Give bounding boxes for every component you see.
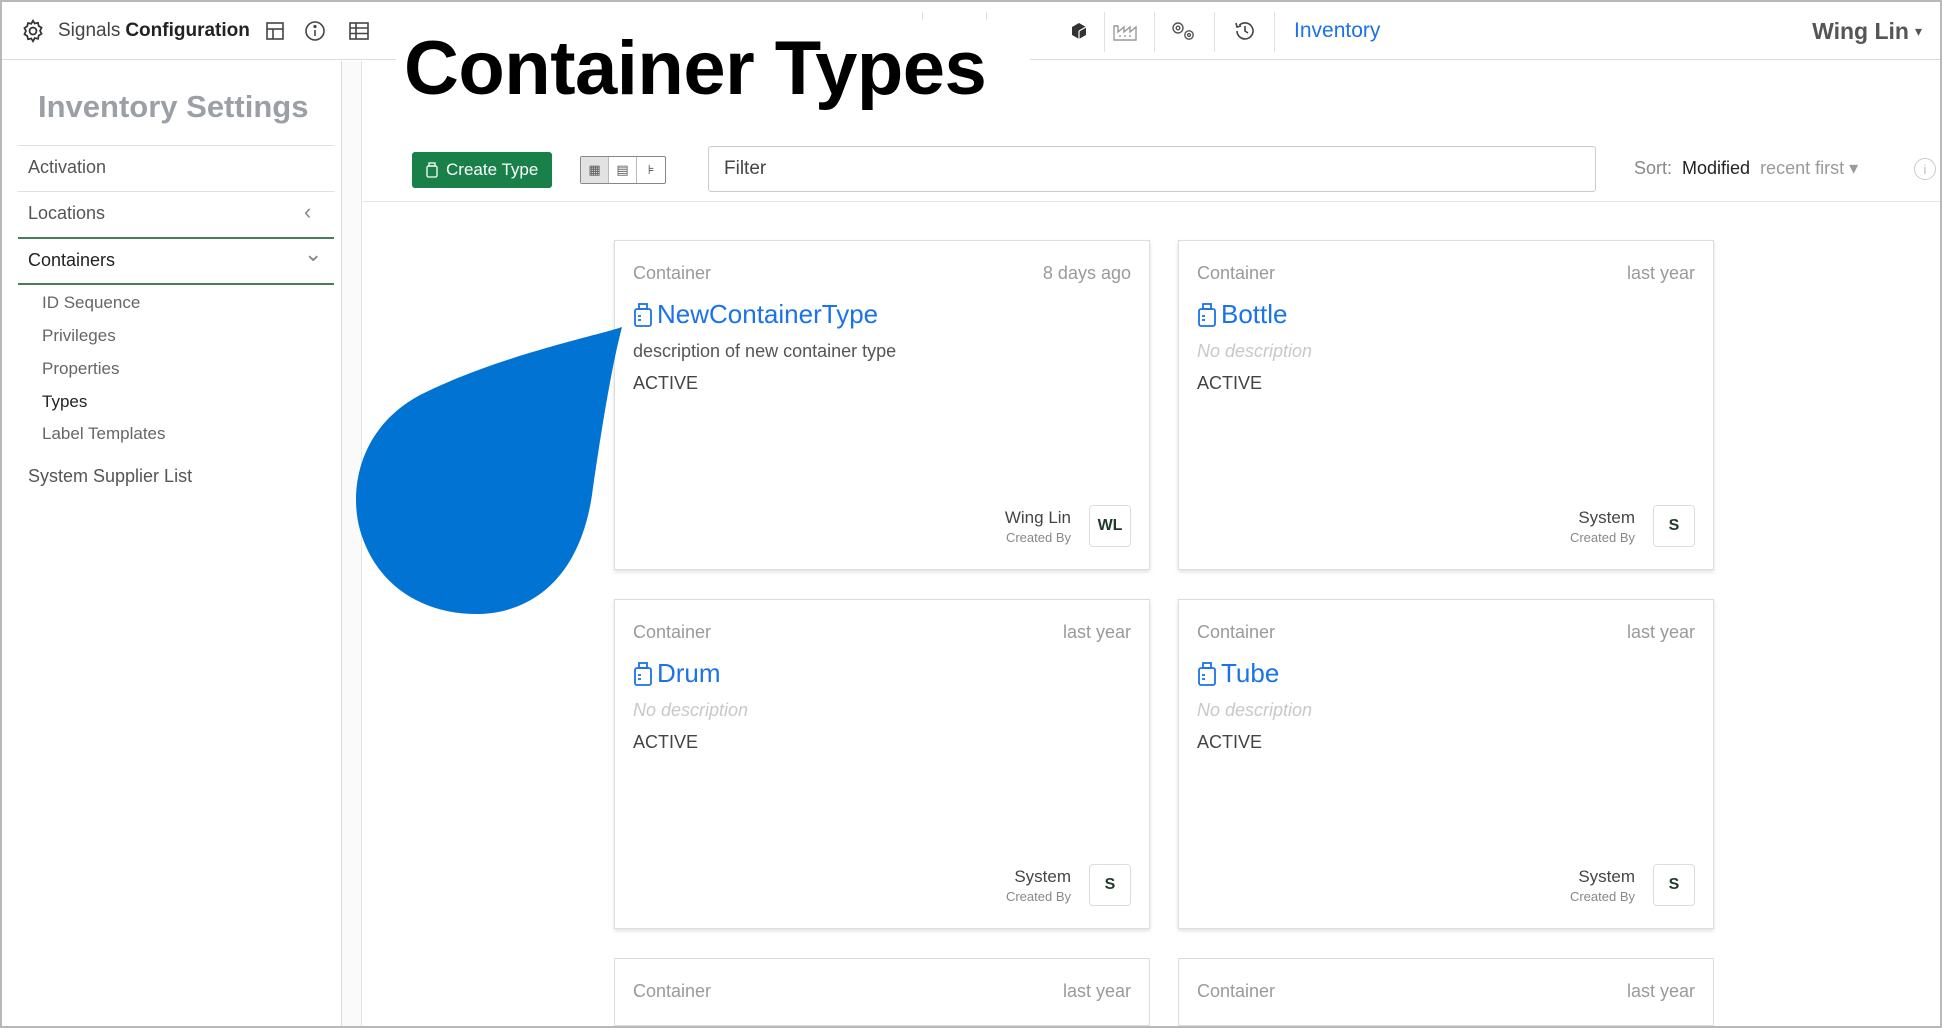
sidebar-item-activation[interactable]: Activation [28,157,106,178]
card-view-icon[interactable]: ▦ [581,157,609,183]
chevron-down-icon[interactable]: ⌄ [304,241,322,267]
type-card-partial[interactable]: Container last year [1178,958,1714,1026]
sidebar-subitem-privileges[interactable]: Privileges [42,326,116,346]
card-status: ACTIVE [1197,373,1263,393]
tree-view-icon[interactable]: ⊧ [637,157,665,183]
card-description: No description [1197,341,1313,361]
avatar: S [1653,864,1695,906]
card-title-link[interactable]: Tube [1197,658,1279,689]
card-kind: Container [1197,981,1276,1001]
sort-direction[interactable]: recent first ▾ [1760,158,1858,179]
gear-icon[interactable] [16,2,50,60]
card-modified: 8 days ago [1042,263,1131,283]
type-card-bottle[interactable]: Container last year Bottle No descriptio… [1178,240,1714,570]
brand-bold: Configuration [125,20,250,41]
card-title-link[interactable]: Drum [633,658,721,689]
card-description: No description [1197,700,1313,720]
card-created-by: System Created By [1006,867,1071,904]
chevron-down-icon: ▾ [1914,22,1922,39]
sort-label: Sort: [1634,158,1673,178]
card-title-link[interactable]: NewContainerType [633,299,878,330]
sidebar-subitem-id-sequence[interactable]: ID Sequence [42,293,140,313]
container-icon [426,162,438,178]
table-view-icon[interactable]: ▤ [609,157,637,183]
card-status: ACTIVE [633,373,699,393]
avatar: S [1089,864,1131,906]
card-name: NewContainerType [657,299,879,329]
filter-input[interactable]: Filter [708,146,1596,192]
card-kind: Container [1197,622,1276,642]
avatar: WL [1089,505,1131,547]
sidebar-subitem-types[interactable]: Types [42,392,87,412]
card-status: ACTIVE [1197,732,1263,752]
card-status: ACTIVE [633,732,699,752]
table-icon[interactable] [342,2,376,60]
card-created-by: System Created By [1570,508,1635,545]
card-name: Tube [1221,658,1280,688]
type-card-tube[interactable]: Container last year Tube No description … [1178,599,1714,929]
settings-pair-icon[interactable] [1166,2,1200,60]
card-modified: last year [1062,622,1131,642]
card-description: No description [633,700,749,720]
factory-icon[interactable] [1108,2,1142,60]
card-name: Drum [657,658,721,688]
toolbar: Create Type ▦ ▤ ⊧ Filter Sort: Modified … [362,140,1940,202]
brand-light: Signals [58,20,121,41]
app-brand[interactable]: Signals Configuration [58,2,250,60]
creator-label: Created By [1005,889,1071,904]
create-type-label: Create Type [446,160,539,179]
sidebar-item-containers[interactable]: Containers [28,250,115,271]
inventory-link[interactable]: Inventory [1294,2,1380,60]
view-toggle: ▦ ▤ ⊧ [580,156,666,184]
card-title-link[interactable]: Bottle [1197,299,1288,330]
pointer-callout-shape [356,327,622,615]
create-type-button[interactable]: Create Type [412,152,553,188]
sidebar-title: Inventory Settings [38,89,309,124]
container-icon [634,661,652,686]
card-kind: Container [633,622,712,642]
sidebar-subitem-properties[interactable]: Properties [42,359,119,379]
type-card-drum[interactable]: Container last year Drum No description … [614,599,1150,929]
container-icon [1198,661,1216,686]
card-kind: Container [633,263,712,283]
container-icon [634,302,652,327]
type-card-partial[interactable]: Container last year [614,958,1150,1026]
card-modified: last year [1626,622,1695,642]
sidebar: Inventory Settings Activation Locations … [2,61,342,1026]
dashboard-icon[interactable] [258,2,292,60]
history-icon[interactable] [1228,2,1262,60]
card-kind: Container [633,981,712,1001]
sort-field[interactable]: Modified [1682,158,1750,179]
sidebar-subitem-label-templates[interactable]: Label Templates [42,424,166,444]
card-created-by: Wing Lin Created By [1005,508,1071,545]
info-icon[interactable]: i [1914,158,1936,180]
creator-name: Wing Lin [1004,508,1071,527]
card-modified: last year [1062,981,1131,1001]
creator-label: Created By [1569,530,1635,545]
creator-label: Created By [1005,530,1071,545]
sidebar-item-locations[interactable]: Locations [28,203,105,224]
container-icon [1198,302,1216,327]
chevron-left-icon[interactable]: ‹ [304,199,311,225]
creator-label: Created By [1569,889,1635,904]
cube-icon[interactable] [1062,2,1096,60]
user-name: Wing Lin [1812,17,1909,44]
type-card-newcontainertype[interactable]: Container 8 days ago NewContainerType de… [614,240,1150,570]
info-icon[interactable] [298,2,332,60]
avatar: S [1653,505,1695,547]
card-modified: last year [1626,263,1695,283]
creator-name: System [1014,867,1071,886]
creator-name: System [1578,867,1635,886]
card-modified: last year [1626,981,1695,1001]
card-created-by: System Created By [1570,867,1635,904]
card-name: Bottle [1221,299,1288,329]
sort-control: Sort: Modified recent first ▾ [1634,158,1858,179]
card-description: description of new container type [633,341,897,361]
creator-name: System [1578,508,1635,527]
card-kind: Container [1197,263,1276,283]
sidebar-item-system-supplier-list[interactable]: System Supplier List [28,466,192,487]
page-title: Container Types [396,20,1030,116]
user-menu[interactable]: Wing Lin ▾ [1812,2,1922,60]
